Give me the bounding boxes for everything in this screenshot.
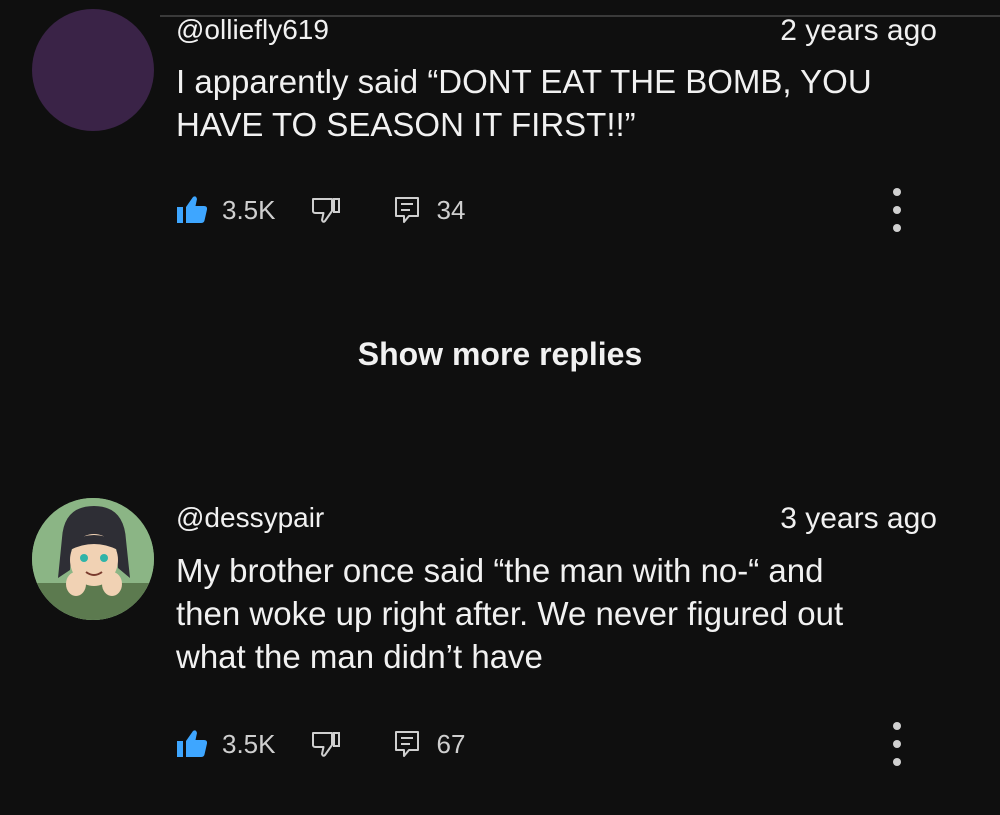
dot bbox=[893, 188, 901, 196]
comment-text-line: I apparently said “DONT EAT THE BOMB, YO… bbox=[176, 63, 872, 100]
like-count: 3.5K bbox=[222, 728, 276, 759]
comment-text-line: My brother once said “the man with no-“ … bbox=[176, 552, 824, 589]
comment-item: @olliefly619 2 years ago I apparently sa… bbox=[0, 0, 1000, 250]
reply-button[interactable]: 34 bbox=[393, 194, 466, 226]
comment-actions: 3.5K 67 bbox=[176, 724, 465, 764]
dislike-button[interactable] bbox=[311, 730, 341, 758]
comment-actions: 3.5K 34 bbox=[176, 190, 465, 230]
comment-text: My brother once said “the man with no-“ … bbox=[176, 549, 916, 678]
like-count: 3.5K bbox=[222, 194, 276, 225]
comment-author[interactable]: @dessypair bbox=[176, 502, 324, 534]
dislike-button[interactable] bbox=[311, 196, 341, 224]
avatar[interactable] bbox=[32, 498, 154, 620]
reply-comment-icon bbox=[393, 195, 421, 225]
dot bbox=[893, 206, 901, 214]
comment-author[interactable]: @olliefly619 bbox=[176, 14, 329, 46]
comments-panel: @olliefly619 2 years ago I apparently sa… bbox=[0, 0, 1000, 815]
thumbs-down-icon bbox=[311, 730, 341, 758]
dot bbox=[893, 758, 901, 766]
dot bbox=[893, 722, 901, 730]
comment-timestamp: 2 years ago bbox=[780, 14, 937, 47]
thumbs-up-icon bbox=[176, 729, 208, 759]
comment-text-line: HAVE TO SEASON IT FIRST!!” bbox=[176, 106, 636, 143]
reply-comment-icon bbox=[393, 729, 421, 759]
more-vertical-icon[interactable] bbox=[885, 188, 909, 232]
comment-text-line: what the man didn’t have bbox=[176, 638, 543, 675]
reply-count: 34 bbox=[436, 194, 466, 225]
show-more-replies-button[interactable]: Show more replies bbox=[0, 336, 1000, 373]
comment-item: @dessypair 3 years ago My brother once s… bbox=[0, 490, 1000, 800]
like-button[interactable]: 3.5K bbox=[176, 729, 276, 760]
more-vertical-icon[interactable] bbox=[885, 722, 909, 766]
dot bbox=[893, 224, 901, 232]
dot bbox=[893, 740, 901, 748]
avatar-image bbox=[32, 498, 154, 620]
comment-text-line: then woke up right after. We never figur… bbox=[176, 595, 844, 632]
like-button[interactable]: 3.5K bbox=[176, 195, 276, 226]
reply-count: 67 bbox=[436, 728, 466, 759]
comment-timestamp: 3 years ago bbox=[780, 502, 937, 535]
comment-text: I apparently said “DONT EAT THE BOMB, YO… bbox=[176, 60, 916, 146]
thumbs-up-icon bbox=[176, 195, 208, 225]
reply-button[interactable]: 67 bbox=[393, 728, 466, 760]
avatar[interactable] bbox=[32, 9, 154, 131]
thumbs-down-icon bbox=[311, 196, 341, 224]
